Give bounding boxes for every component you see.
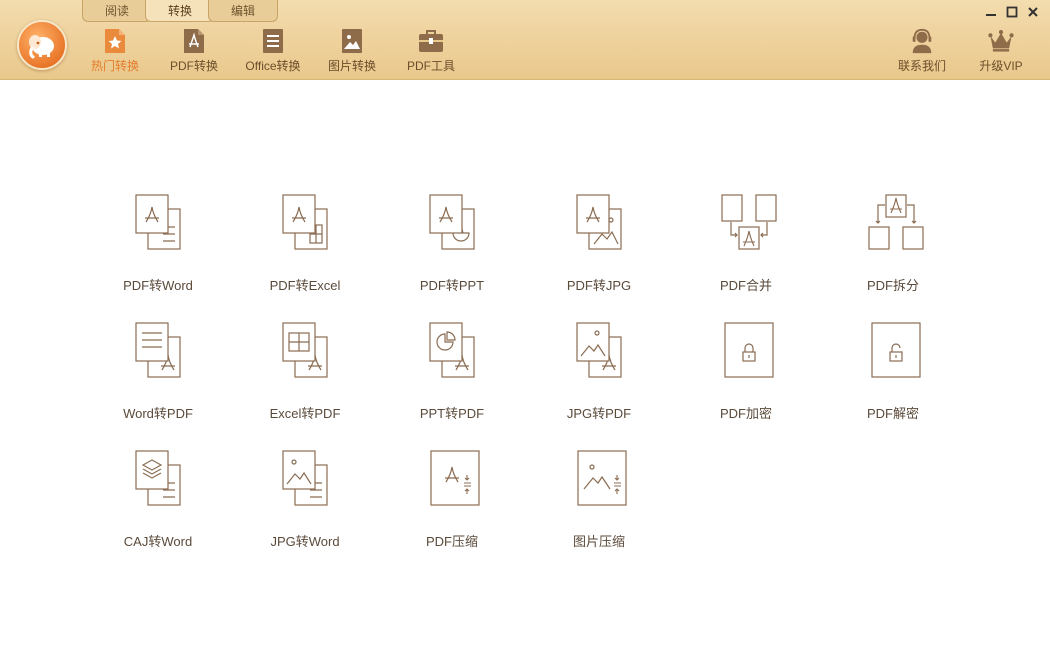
toolbar-image-convert[interactable]: 图片转换: [312, 28, 392, 76]
app-logo: [17, 20, 67, 70]
tool-jpg-to-word[interactable]: JPG转Word: [250, 447, 360, 557]
image-compress-icon: [577, 450, 627, 506]
tool-pdf-to-ppt[interactable]: PDF转PPT: [397, 191, 507, 301]
toolbar-pdf-tools[interactable]: PDF工具: [391, 28, 471, 76]
toolbar-pdf-convert[interactable]: PDF转换: [154, 28, 234, 76]
tab-edit[interactable]: 编辑: [208, 0, 278, 22]
tool-label: PPT转PDF: [419, 406, 485, 421]
tool-pdf-split[interactable]: PDF拆分: [838, 191, 948, 301]
toolbar-hot-convert[interactable]: 热门转换: [75, 28, 155, 76]
tool-image-compress[interactable]: 图片压缩: [544, 447, 654, 557]
pdf-file-icon: [181, 28, 207, 54]
star-file-icon: [102, 28, 128, 54]
tool-label: JPG转PDF: [566, 406, 632, 421]
pdf-to-jpg-icon: [576, 194, 622, 250]
tool-label: Excel转PDF: [269, 406, 341, 421]
pdf-to-excel-icon: [282, 194, 328, 250]
tab-convert[interactable]: 转换: [145, 0, 215, 22]
tool-pdf-compress[interactable]: PDF压缩: [397, 447, 507, 557]
tool-label: PDF转JPG: [566, 278, 632, 293]
caj-to-word-icon: [135, 450, 181, 506]
close-icon: [1028, 7, 1038, 17]
tool-label: PDF解密: [866, 406, 919, 421]
pdf-compress-icon: [430, 450, 480, 506]
ppt-to-pdf-icon: [429, 322, 475, 378]
tool-label: PDF转Excel: [269, 278, 341, 293]
tool-jpg-to-pdf[interactable]: JPG转PDF: [544, 319, 654, 429]
tool-grid: PDF转Word PDF转Excel PDF转PPT PDF转JPG PDF合并…: [0, 81, 1050, 668]
doc-lines-icon: [260, 28, 286, 54]
tool-excel-to-pdf[interactable]: Excel转PDF: [250, 319, 360, 429]
tool-label: JPG转Word: [270, 534, 340, 549]
elephant-logo-icon: [29, 35, 54, 59]
tool-label: CAJ转Word: [123, 534, 193, 549]
tool-label: PDF压缩: [425, 534, 478, 549]
tool-pdf-encrypt[interactable]: PDF加密: [691, 319, 801, 429]
tool-word-to-pdf[interactable]: Word转PDF: [103, 319, 213, 429]
title-bar: 阅读 转换 编辑 热门转换 PDF转换 Office转换 图片转换 PDF工具 …: [0, 0, 1050, 80]
tool-label: PDF拆分: [866, 278, 919, 293]
toolbar-label: PDF工具: [406, 59, 455, 73]
tool-caj-to-word[interactable]: CAJ转Word: [103, 447, 213, 557]
jpg-to-pdf-icon: [576, 322, 622, 378]
minimize-icon: [986, 14, 996, 16]
image-file-icon: [339, 28, 365, 54]
tool-label: PDF转Word: [123, 278, 193, 293]
tool-label: 图片压缩: [572, 534, 625, 549]
tool-pdf-to-jpg[interactable]: PDF转JPG: [544, 191, 654, 301]
tab-read[interactable]: 阅读: [82, 0, 152, 22]
toolbar-label: 图片转换: [327, 59, 376, 73]
toolbox-icon: [418, 28, 444, 54]
pdf-to-word-icon: [135, 194, 181, 250]
jpg-to-word-icon: [282, 450, 328, 506]
crown-icon: [988, 28, 1014, 54]
toolbar-label: PDF转换: [169, 59, 218, 73]
tool-label: PDF加密: [719, 406, 772, 421]
pdf-decrypt-icon: [871, 322, 921, 378]
toolbar-label: 热门转换: [90, 59, 139, 73]
excel-to-pdf-icon: [282, 322, 328, 378]
tool-label: PDF合并: [719, 278, 772, 293]
toolbar-label: 升级VIP: [979, 59, 1023, 73]
pdf-merge-icon: [721, 194, 777, 250]
toolbar-label: 联系我们: [897, 59, 946, 73]
close-button[interactable]: [1025, 4, 1041, 20]
upgrade-vip-button[interactable]: 升级VIP: [961, 28, 1041, 76]
tool-label: Word转PDF: [123, 406, 193, 421]
pdf-split-icon: [868, 194, 924, 250]
contact-us-button[interactable]: 联系我们: [882, 28, 962, 76]
maximize-button[interactable]: [1004, 4, 1020, 20]
toolbar-label: Office转换: [245, 59, 301, 73]
tool-pdf-decrypt[interactable]: PDF解密: [838, 319, 948, 429]
tool-label: PDF转PPT: [419, 278, 485, 293]
tool-pdf-to-word[interactable]: PDF转Word: [103, 191, 213, 301]
tool-pdf-merge[interactable]: PDF合并: [691, 191, 801, 301]
headset-icon: [909, 28, 935, 54]
maximize-icon: [1006, 6, 1018, 18]
word-to-pdf-icon: [135, 322, 181, 378]
toolbar-office-convert[interactable]: Office转换: [233, 28, 313, 76]
pdf-encrypt-icon: [724, 322, 774, 378]
tool-ppt-to-pdf[interactable]: PPT转PDF: [397, 319, 507, 429]
pdf-to-ppt-icon: [429, 194, 475, 250]
tool-pdf-to-excel[interactable]: PDF转Excel: [250, 191, 360, 301]
minimize-button[interactable]: [983, 4, 999, 20]
